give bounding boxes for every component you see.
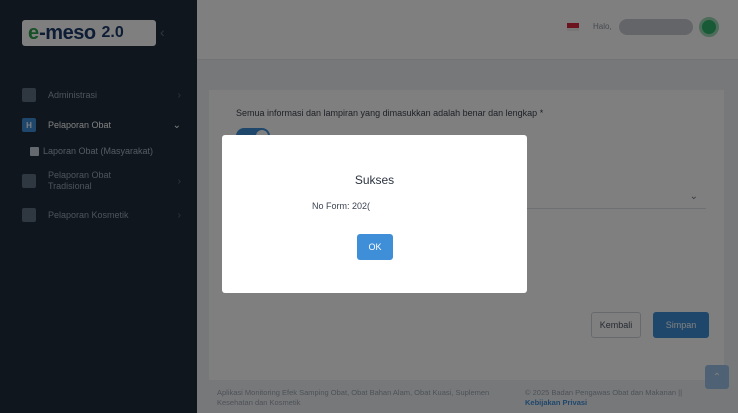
modal-overlay: Sukses No Form: 202( OK bbox=[0, 0, 738, 413]
success-dialog: Sukses No Form: 202( OK bbox=[222, 135, 527, 293]
ok-button[interactable]: OK bbox=[357, 234, 393, 260]
dialog-title: Sukses bbox=[354, 173, 395, 187]
dialog-message: No Form: 202( bbox=[312, 201, 371, 211]
